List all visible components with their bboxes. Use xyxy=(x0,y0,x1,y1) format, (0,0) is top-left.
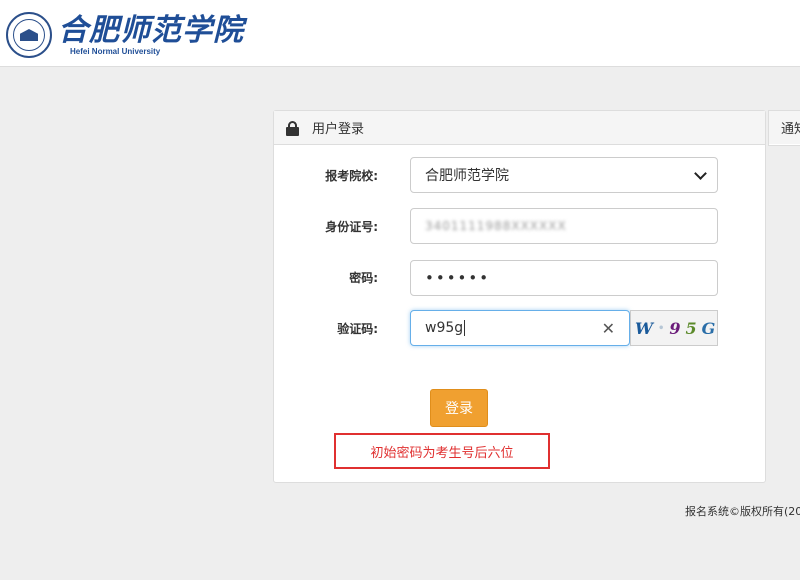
header: 合肥师范学院 Hefei Normal University xyxy=(0,0,800,67)
initial-password-hint: 初始密码为考生号后六位 xyxy=(334,433,550,469)
id-number-value: 3401111988XXXXXX xyxy=(425,219,567,233)
captcha-char: 5 xyxy=(685,318,697,338)
login-panel: 用户登录 报考院校: 合肥师范学院 身份证号: 3401111988XXXXXX… xyxy=(273,110,766,483)
captcha-input-value: w95g xyxy=(425,320,464,336)
notice-panel-title: 通知 xyxy=(769,111,800,144)
login-panel-title: 用户登录 xyxy=(312,122,365,137)
clear-icon[interactable]: ✕ xyxy=(602,319,615,338)
password-value: •••••• xyxy=(425,269,491,287)
captcha-char: W xyxy=(635,318,653,338)
logo-english-name: Hefei Normal University xyxy=(70,46,161,56)
school-select[interactable]: 合肥师范学院 xyxy=(410,157,718,193)
captcha-char: 9 xyxy=(669,318,681,338)
school-label: 报考院校: xyxy=(325,169,378,183)
chevron-down-icon xyxy=(694,166,707,180)
captcha-label: 验证码: xyxy=(337,322,378,336)
id-number-label: 身份证号: xyxy=(325,220,378,234)
captcha-image[interactable]: W • 9 5 G xyxy=(630,310,718,346)
notice-panel: 通知 xyxy=(768,110,800,146)
login-button[interactable]: 登录 xyxy=(430,389,488,427)
logo-chinese-name: 合肥师范学院 xyxy=(58,12,244,48)
password-input[interactable]: •••••• xyxy=(410,260,718,296)
captcha-char: • xyxy=(657,322,665,334)
password-label: 密码: xyxy=(349,271,378,285)
captcha-char: G xyxy=(701,318,716,338)
footer-copyright: 报名系统©版权所有(20 xyxy=(685,505,800,518)
school-select-value: 合肥师范学院 xyxy=(425,168,509,184)
lock-icon xyxy=(286,120,299,136)
university-logo[interactable]: 合肥师范学院 Hefei Normal University xyxy=(6,8,258,62)
university-seal-icon xyxy=(6,12,52,58)
captcha-input[interactable]: w95g ✕ xyxy=(410,310,630,346)
login-panel-header: 用户登录 xyxy=(274,111,765,145)
id-number-input[interactable]: 3401111988XXXXXX xyxy=(410,208,718,244)
